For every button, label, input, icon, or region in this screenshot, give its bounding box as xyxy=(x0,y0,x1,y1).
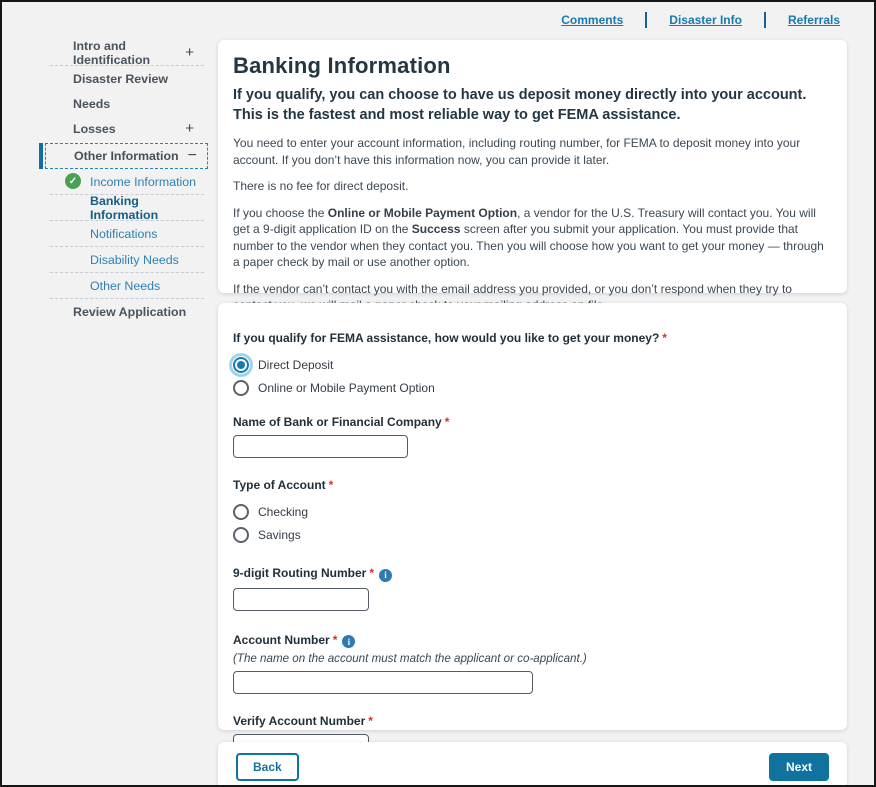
banking-form-card: If you qualify for FEMA assistance, how … xyxy=(218,303,847,730)
radio-online-mobile-payment[interactable]: Online or Mobile Payment Option xyxy=(233,376,832,399)
routing-number-field: 9-digit Routing Number* i xyxy=(233,566,832,611)
label-text: Name of Bank or Financial Company xyxy=(233,415,442,429)
account-number-field: Account Number* i (The name on the accoun… xyxy=(233,633,832,695)
referrals-link[interactable]: Referrals xyxy=(788,13,840,27)
label-text: Type of Account xyxy=(233,478,326,492)
divider xyxy=(645,12,647,28)
sidebar-item-label: Other Information xyxy=(74,149,188,163)
required-asterisk: * xyxy=(445,415,450,429)
sidebar-item-other-information[interactable]: Other Information − xyxy=(45,143,208,169)
payment-method-options: Direct Deposit Online or Mobile Payment … xyxy=(233,353,832,399)
label-text: Verify Account Number xyxy=(233,714,365,728)
payment-method-group: If you qualify for FEMA assistance, how … xyxy=(233,331,832,399)
paragraph: There is no fee for direct deposit. xyxy=(233,178,832,195)
label-text: 9-digit Routing Number xyxy=(233,566,366,580)
radio-selected-icon[interactable] xyxy=(233,357,249,373)
bank-name-input[interactable] xyxy=(233,435,408,458)
sidebar-item-review-application[interactable]: Review Application xyxy=(38,299,208,324)
sidebar-item-label: Review Application xyxy=(73,305,196,319)
lead-text: If you qualify, you can choose to have u… xyxy=(233,85,832,125)
comments-link[interactable]: Comments xyxy=(561,13,623,27)
radio-savings[interactable]: Savings xyxy=(233,523,832,546)
sidebar-item-notifications[interactable]: Notifications xyxy=(38,221,208,246)
sidebar-item-needs[interactable]: Needs xyxy=(38,91,208,116)
radio-unselected-icon[interactable] xyxy=(233,504,249,520)
sidebar-item-label: Intro and Identification xyxy=(73,39,185,67)
minus-icon[interactable]: − xyxy=(188,147,197,165)
bank-name-field: Name of Bank or Financial Company* xyxy=(233,415,832,458)
account-type-options: Checking Savings xyxy=(233,500,832,546)
radio-checking[interactable]: Checking xyxy=(233,500,832,523)
sidebar-item-label: Other Needs xyxy=(90,279,160,293)
radio-label: Checking xyxy=(258,505,308,519)
intro-card: Banking Information If you qualify, you … xyxy=(218,40,847,293)
info-icon[interactable]: i xyxy=(342,635,355,648)
sidebar-item-losses[interactable]: Losses + xyxy=(38,116,208,141)
sidebar-item-banking-information[interactable]: Banking Information xyxy=(38,195,208,220)
divider xyxy=(764,12,766,28)
account-number-input[interactable] xyxy=(233,671,533,694)
radio-unselected-icon[interactable] xyxy=(233,527,249,543)
radio-unselected-icon[interactable] xyxy=(233,380,249,396)
sidebar-item-label: Losses xyxy=(73,122,185,136)
paragraph-bold-text: Success xyxy=(412,222,461,236)
required-asterisk: * xyxy=(662,331,667,345)
account-number-note: (The name on the account must match the … xyxy=(233,652,832,665)
page-title: Banking Information xyxy=(233,53,832,79)
routing-number-label: 9-digit Routing Number* i xyxy=(233,566,832,582)
label-text: Account Number xyxy=(233,633,330,647)
paragraph-text: If you choose the xyxy=(233,206,328,220)
required-asterisk: * xyxy=(368,714,373,728)
account-number-label: Account Number* i xyxy=(233,633,832,649)
routing-number-input[interactable] xyxy=(233,588,369,611)
top-links-bar: Comments Disaster Info Referrals xyxy=(561,12,840,28)
next-button[interactable]: Next xyxy=(769,753,829,781)
radio-direct-deposit[interactable]: Direct Deposit xyxy=(233,353,832,376)
label-text: If you qualify for FEMA assistance, how … xyxy=(233,331,659,345)
paragraph-bold-text: Online or Mobile Payment Option xyxy=(328,206,517,220)
required-asterisk: * xyxy=(329,478,334,492)
verify-account-number-label: Verify Account Number* xyxy=(233,714,832,728)
required-asterisk: * xyxy=(333,633,338,647)
sidebar-item-disaster-review[interactable]: Disaster Review xyxy=(38,66,208,91)
sidebar-nav: Intro and Identification + Disaster Revi… xyxy=(38,40,208,324)
check-circle-icon: ✓ xyxy=(65,173,81,189)
disaster-info-link[interactable]: Disaster Info xyxy=(669,13,742,27)
sidebar-item-intro-and-identification[interactable]: Intro and Identification + xyxy=(38,40,208,65)
bank-name-label: Name of Bank or Financial Company* xyxy=(233,415,832,429)
sidebar-item-label: Income Information xyxy=(90,175,196,189)
account-type-group: Type of Account* Checking Savings xyxy=(233,478,832,546)
payment-method-label: If you qualify for FEMA assistance, how … xyxy=(233,331,832,345)
plus-icon[interactable]: + xyxy=(185,44,194,61)
sidebar-item-disability-needs[interactable]: Disability Needs xyxy=(38,247,208,272)
sidebar-item-label: Notifications xyxy=(90,227,158,241)
required-asterisk: * xyxy=(369,566,374,580)
info-icon[interactable]: i xyxy=(379,569,392,582)
plus-icon[interactable]: + xyxy=(185,120,194,137)
paragraph: If you choose the Online or Mobile Payme… xyxy=(233,205,832,271)
footer-actions-card: Back Next xyxy=(218,742,847,787)
sidebar-item-label: Banking Information xyxy=(90,194,208,222)
sidebar-item-income-information[interactable]: ✓ Income Information xyxy=(38,169,208,194)
back-button[interactable]: Back xyxy=(236,753,299,781)
account-type-label: Type of Account* xyxy=(233,478,832,492)
radio-label: Savings xyxy=(258,528,301,542)
sidebar-item-other-needs[interactable]: Other Needs xyxy=(38,273,208,298)
radio-label: Direct Deposit xyxy=(258,358,333,372)
application-window: Comments Disaster Info Referrals Intro a… xyxy=(0,0,876,787)
sidebar-item-label: Disability Needs xyxy=(90,253,179,267)
sidebar-item-label: Needs xyxy=(73,97,196,111)
radio-label: Online or Mobile Payment Option xyxy=(258,381,435,395)
sidebar-item-label: Disaster Review xyxy=(73,72,196,86)
paragraph: You need to enter your account informati… xyxy=(233,135,832,168)
